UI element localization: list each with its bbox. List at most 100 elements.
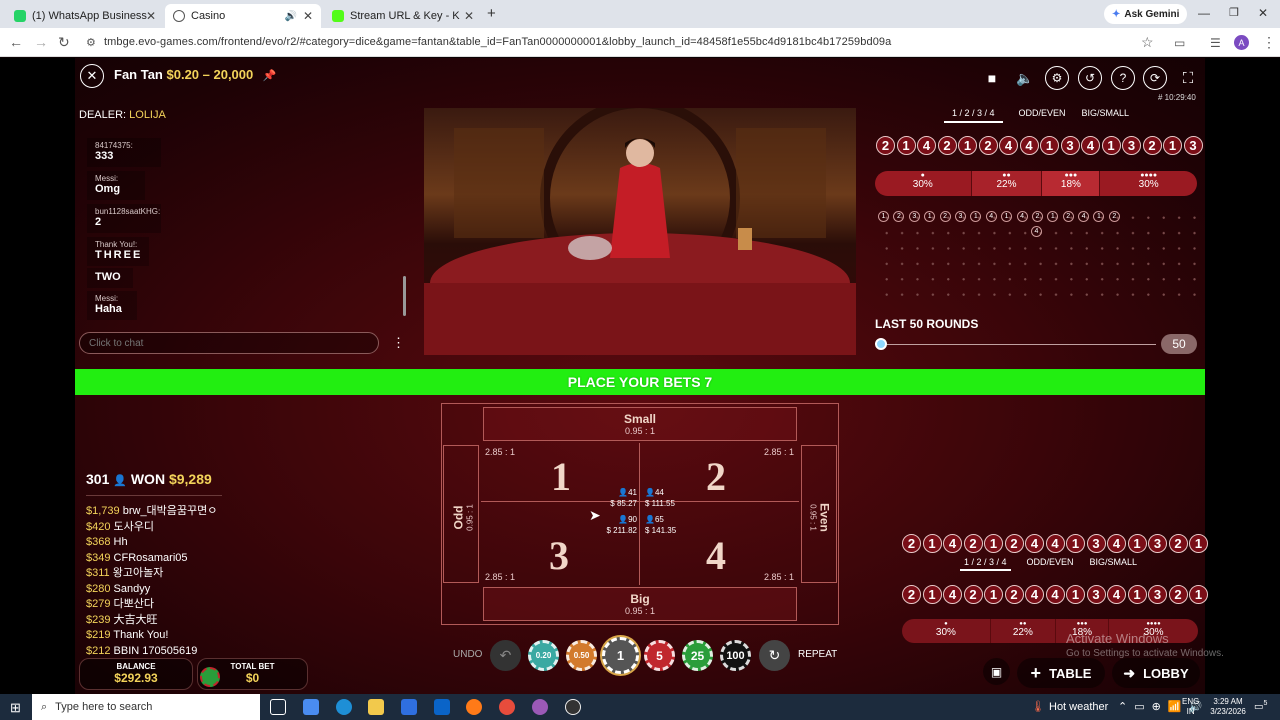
window-close-icon[interactable]: ✕ [1258, 6, 1268, 20]
close-icon[interactable]: ✕ [146, 9, 156, 23]
winner-row: $239 大吉大旺 [86, 613, 286, 629]
edge-icon[interactable] [336, 699, 352, 715]
tab-1234[interactable]: 1 / 2 / 3 / 4 [960, 557, 1011, 571]
copilot-icon[interactable] [303, 699, 319, 715]
close-game-button[interactable]: ✕ [80, 64, 104, 88]
chat-scrollbar[interactable] [403, 276, 406, 316]
chip-0-50[interactable]: 0.50 [566, 640, 597, 671]
chat-message: 84174375: 333 [87, 138, 161, 167]
address-bar: ← → ↻ ⚙ tmbge.evo-games.com/frontend/evo… [0, 28, 1280, 57]
bet-odd[interactable]: Odd 0.95 : 1 [443, 445, 479, 583]
tab-kick[interactable]: Stream URL & Key - Kick Dashb ✕ [324, 4, 482, 28]
undo-button[interactable]: ↶ [490, 640, 521, 671]
fullscreen-icon[interactable]: ⛶ [1176, 66, 1200, 90]
tab-whatsapp[interactable]: (1) WhatsApp Business ✕ [6, 4, 164, 28]
store-icon[interactable] [401, 699, 417, 715]
bet-number-1[interactable]: 2.85 : 1 1 👤41 $ 85.27 [481, 443, 639, 508]
balance-label: BALANCE [116, 662, 156, 671]
history-ball: 1 [984, 585, 1003, 604]
pct-value: 22% [1012, 627, 1033, 638]
chat-menu-icon[interactable]: ⋮ [392, 335, 405, 351]
taskbar-search[interactable]: ⌕ Type here to search [32, 694, 260, 720]
bet-number-4[interactable]: 2.85 : 1 4 👤65 $ 141.35 [640, 502, 798, 584]
chip-25[interactable]: 25 [682, 640, 713, 671]
forward-icon[interactable]: → [34, 34, 48, 50]
winner-row: $212 BBIN 170505619 [86, 644, 286, 657]
chrome-icon[interactable] [499, 699, 515, 715]
bet-number-3[interactable]: 2.85 : 1 3 👤90 $ 211.82 [481, 502, 639, 584]
notification-icon[interactable]: ▭5 [1254, 700, 1267, 712]
windows-start-icon[interactable]: ⊞ [10, 700, 21, 716]
tab-odd-even[interactable]: ODD/EVEN [1027, 557, 1074, 571]
slider-handle[interactable] [875, 338, 887, 350]
tab-odd-even[interactable]: ODD/EVEN [1019, 108, 1066, 123]
close-icon[interactable]: ✕ [303, 9, 313, 23]
history-ball: 4 [1081, 136, 1100, 155]
speaker-icon[interactable]: 🔊 [285, 11, 297, 22]
winner-name: BBIN 170505619 [113, 644, 198, 657]
bet-number-2[interactable]: 2.85 : 1 2 👤44 $ 111.55 [640, 443, 798, 508]
taskbar-clock[interactable]: 3:29 AM 3/23/2026 [1204, 697, 1252, 717]
table-button[interactable]: + TABLE [1017, 658, 1105, 688]
tab-big-small[interactable]: BIG/SMALL [1082, 108, 1130, 123]
profile-avatar[interactable]: A [1234, 35, 1249, 50]
cast-icon[interactable]: ▭ [1174, 36, 1185, 50]
url-field[interactable]: tmbge.evo-games.com/frontend/evo/r2/#cat… [104, 36, 891, 48]
winners-header: 301 👤 WON $9,289 [86, 471, 212, 487]
repeat-button[interactable]: ↻ [759, 640, 790, 671]
obs-icon[interactable] [565, 699, 581, 715]
help-icon[interactable]: ? [1111, 66, 1135, 90]
cell-amount: $ 141.35 [645, 526, 677, 535]
extensions-icon[interactable]: ☰ [1210, 36, 1221, 50]
bet-small[interactable]: Small 0.95 : 1 [483, 407, 797, 441]
chat-input[interactable] [79, 332, 379, 354]
bet-big[interactable]: Big 0.95 : 1 [483, 587, 797, 621]
rounds-slider[interactable] [875, 338, 1156, 350]
chip-value: 0.20 [535, 651, 552, 660]
back-icon[interactable]: ← [9, 34, 23, 50]
task-view-icon[interactable] [270, 699, 286, 715]
stats-tabs: 1 / 2 / 3 / 4 ODD/EVEN BIG/SMALL [944, 108, 1129, 123]
outlook-icon[interactable] [434, 699, 450, 715]
video-quality-icon[interactable]: ⟳ [1143, 66, 1167, 90]
site-info-icon[interactable]: ⚙ [86, 36, 96, 49]
chip-1-selected[interactable]: 1 [602, 637, 639, 674]
place-bets-banner: PLACE YOUR BETS 7 [75, 369, 1205, 395]
tab-1234[interactable]: 1 / 2 / 3 / 4 [944, 108, 1003, 123]
tab-big-small[interactable]: BIG/SMALL [1090, 557, 1138, 571]
language-indicator[interactable]: ENG IN [1182, 697, 1199, 717]
new-tab-icon[interactable]: + [487, 5, 496, 22]
minimize-icon[interactable]: — [1198, 6, 1210, 20]
lobby-button[interactable]: ➜ LOBBY [1112, 658, 1200, 688]
menu-kebab-icon[interactable]: ⋮ [1262, 34, 1276, 51]
history-ball: 1 [1066, 534, 1085, 553]
history-ball: 2 [1004, 534, 1024, 553]
tab-casino[interactable]: Casino 🔊 ✕ [165, 4, 321, 28]
lobby-label: LOBBY [1143, 665, 1189, 681]
chip-0-20[interactable]: 0.20 [528, 640, 559, 671]
winner-row: $219 Thank You! [86, 628, 286, 644]
chrome-profile-icon[interactable] [532, 699, 548, 715]
chip-5[interactable]: 5 [644, 640, 675, 671]
maximize-icon[interactable]: ❐ [1229, 6, 1239, 19]
video-icon[interactable]: ■ [980, 66, 1004, 90]
weather-text[interactable]: Hot weather [1049, 701, 1108, 713]
pct-value: 22% [996, 179, 1017, 190]
firefox-icon[interactable] [466, 699, 482, 715]
sound-icon[interactable]: 🔈 [1013, 66, 1037, 90]
bet-even[interactable]: Even 0.95 : 1 [801, 445, 837, 583]
settings-icon[interactable]: ⚙ [1045, 66, 1069, 90]
layout-toggle-button[interactable]: ▣ [983, 658, 1010, 685]
history-icon[interactable]: ↺ [1078, 66, 1102, 90]
history-ball: 2 [902, 585, 921, 604]
game-viewport: ✕ Fan Tan $0.20 – 20,000 📌 ■ 🔈 ⚙ ↺ ? ⟳ ⛶… [0, 58, 1280, 694]
file-explorer-icon[interactable] [368, 699, 384, 715]
pin-icon[interactable]: 📌 [263, 70, 277, 82]
chat-message: bun1128saatKHG: 2 [87, 204, 161, 233]
bookmark-star-icon[interactable]: ☆ [1141, 34, 1154, 51]
close-icon[interactable]: ✕ [464, 9, 474, 23]
reload-icon[interactable]: ↻ [58, 34, 70, 51]
ask-gemini-button[interactable]: ✦ Ask Gemini [1104, 4, 1188, 24]
cell-players: 41 [628, 488, 637, 497]
chip-100[interactable]: 100 [720, 640, 751, 671]
